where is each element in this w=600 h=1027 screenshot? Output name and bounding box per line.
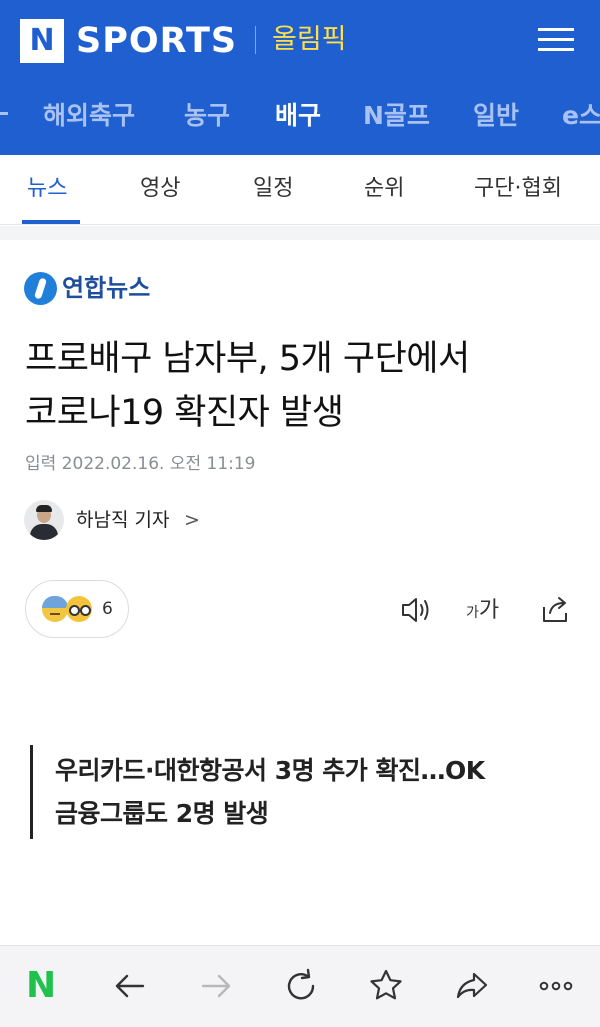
more-icon[interactable] xyxy=(536,966,576,1006)
text-to-speech-icon[interactable] xyxy=(399,593,433,627)
font-size-icon[interactable]: 가가 xyxy=(466,598,499,626)
olympic-link[interactable]: 올림픽 xyxy=(272,22,347,58)
subtab-bar: 뉴스 영상 일정 순위 구단·협회 xyxy=(0,155,600,225)
summary-text: 우리카드·대한항공서 3명 추가 확진…OK 금융그룹도 2명 발생 xyxy=(55,749,485,835)
reaction-button[interactable]: 6 xyxy=(25,580,129,638)
category-overseas-soccer[interactable]: 해외축구 xyxy=(43,99,135,133)
avatar xyxy=(24,500,64,540)
star-icon[interactable] xyxy=(366,966,406,1006)
sports-brand[interactable]: SPORTS xyxy=(76,18,237,64)
article-timestamp: 입력 2022.02.16. 오전 11:19 xyxy=(25,454,256,474)
font-size-small-glyph: 가 xyxy=(466,605,479,621)
headline-line: 프로배구 남자부, 5개 구단에서 xyxy=(25,339,470,379)
nerd-emoji-icon xyxy=(66,596,92,622)
tab-video[interactable]: 영상 xyxy=(140,174,180,204)
reaction-count: 6 xyxy=(102,599,113,619)
forward-arrow-icon[interactable] xyxy=(196,966,236,1006)
brand-row: N SPORTS 올림픽 xyxy=(0,0,600,82)
sad-emoji-icon xyxy=(42,596,68,622)
headline-line: 코로나19 확진자 발생 xyxy=(25,393,344,433)
yonhap-logo-icon xyxy=(24,272,57,305)
naver-home-icon[interactable]: N xyxy=(26,968,60,1004)
refresh-icon[interactable] xyxy=(281,966,321,1006)
hamburger-menu-icon[interactable] xyxy=(538,26,574,54)
section-divider xyxy=(0,226,600,240)
summary-line: 우리카드·대한항공서 3명 추가 확진…OK xyxy=(55,756,485,785)
tab-clubs-associations[interactable]: 구단·협회 xyxy=(474,174,562,204)
naver-logo[interactable]: N xyxy=(20,19,64,63)
share-icon[interactable] xyxy=(538,593,572,627)
author-name: 하남직 기자 xyxy=(76,509,170,531)
back-arrow-icon[interactable] xyxy=(110,966,150,1006)
scroll-edge-indicator xyxy=(0,112,8,115)
article-summary-quote: 우리카드·대한항공서 3명 추가 확진…OK 금융그룹도 2명 발생 xyxy=(30,745,570,839)
press-name: 연합뉴스 xyxy=(62,274,151,302)
tab-schedule[interactable]: 일정 xyxy=(253,174,293,204)
category-volleyball[interactable]: 배구 xyxy=(275,99,321,133)
category-nav: 해외축구 농구 배구 N골프 일반 e스 xyxy=(0,82,600,155)
category-general[interactable]: 일반 xyxy=(473,99,519,133)
active-tab-indicator xyxy=(22,220,80,224)
category-esports[interactable]: e스 xyxy=(562,99,600,133)
share-forward-icon[interactable] xyxy=(452,966,492,1006)
summary-line: 금융그룹도 2명 발생 xyxy=(55,799,269,828)
tab-news[interactable]: 뉴스 xyxy=(27,174,67,204)
category-ngolf[interactable]: N골프 xyxy=(363,99,430,133)
article-headline: 프로배구 남자부, 5개 구단에서 코로나19 확진자 발생 xyxy=(25,332,580,440)
tab-ranking[interactable]: 순위 xyxy=(364,174,404,204)
brand-divider xyxy=(255,26,256,54)
browser-bottom-bar: N xyxy=(0,945,600,1027)
chevron-right-icon: > xyxy=(184,509,200,531)
font-size-big-glyph: 가 xyxy=(478,598,500,623)
sports-header: N SPORTS 올림픽 해외축구 농구 배구 N골프 일반 e스 xyxy=(0,0,600,155)
category-basketball[interactable]: 농구 xyxy=(184,99,230,133)
